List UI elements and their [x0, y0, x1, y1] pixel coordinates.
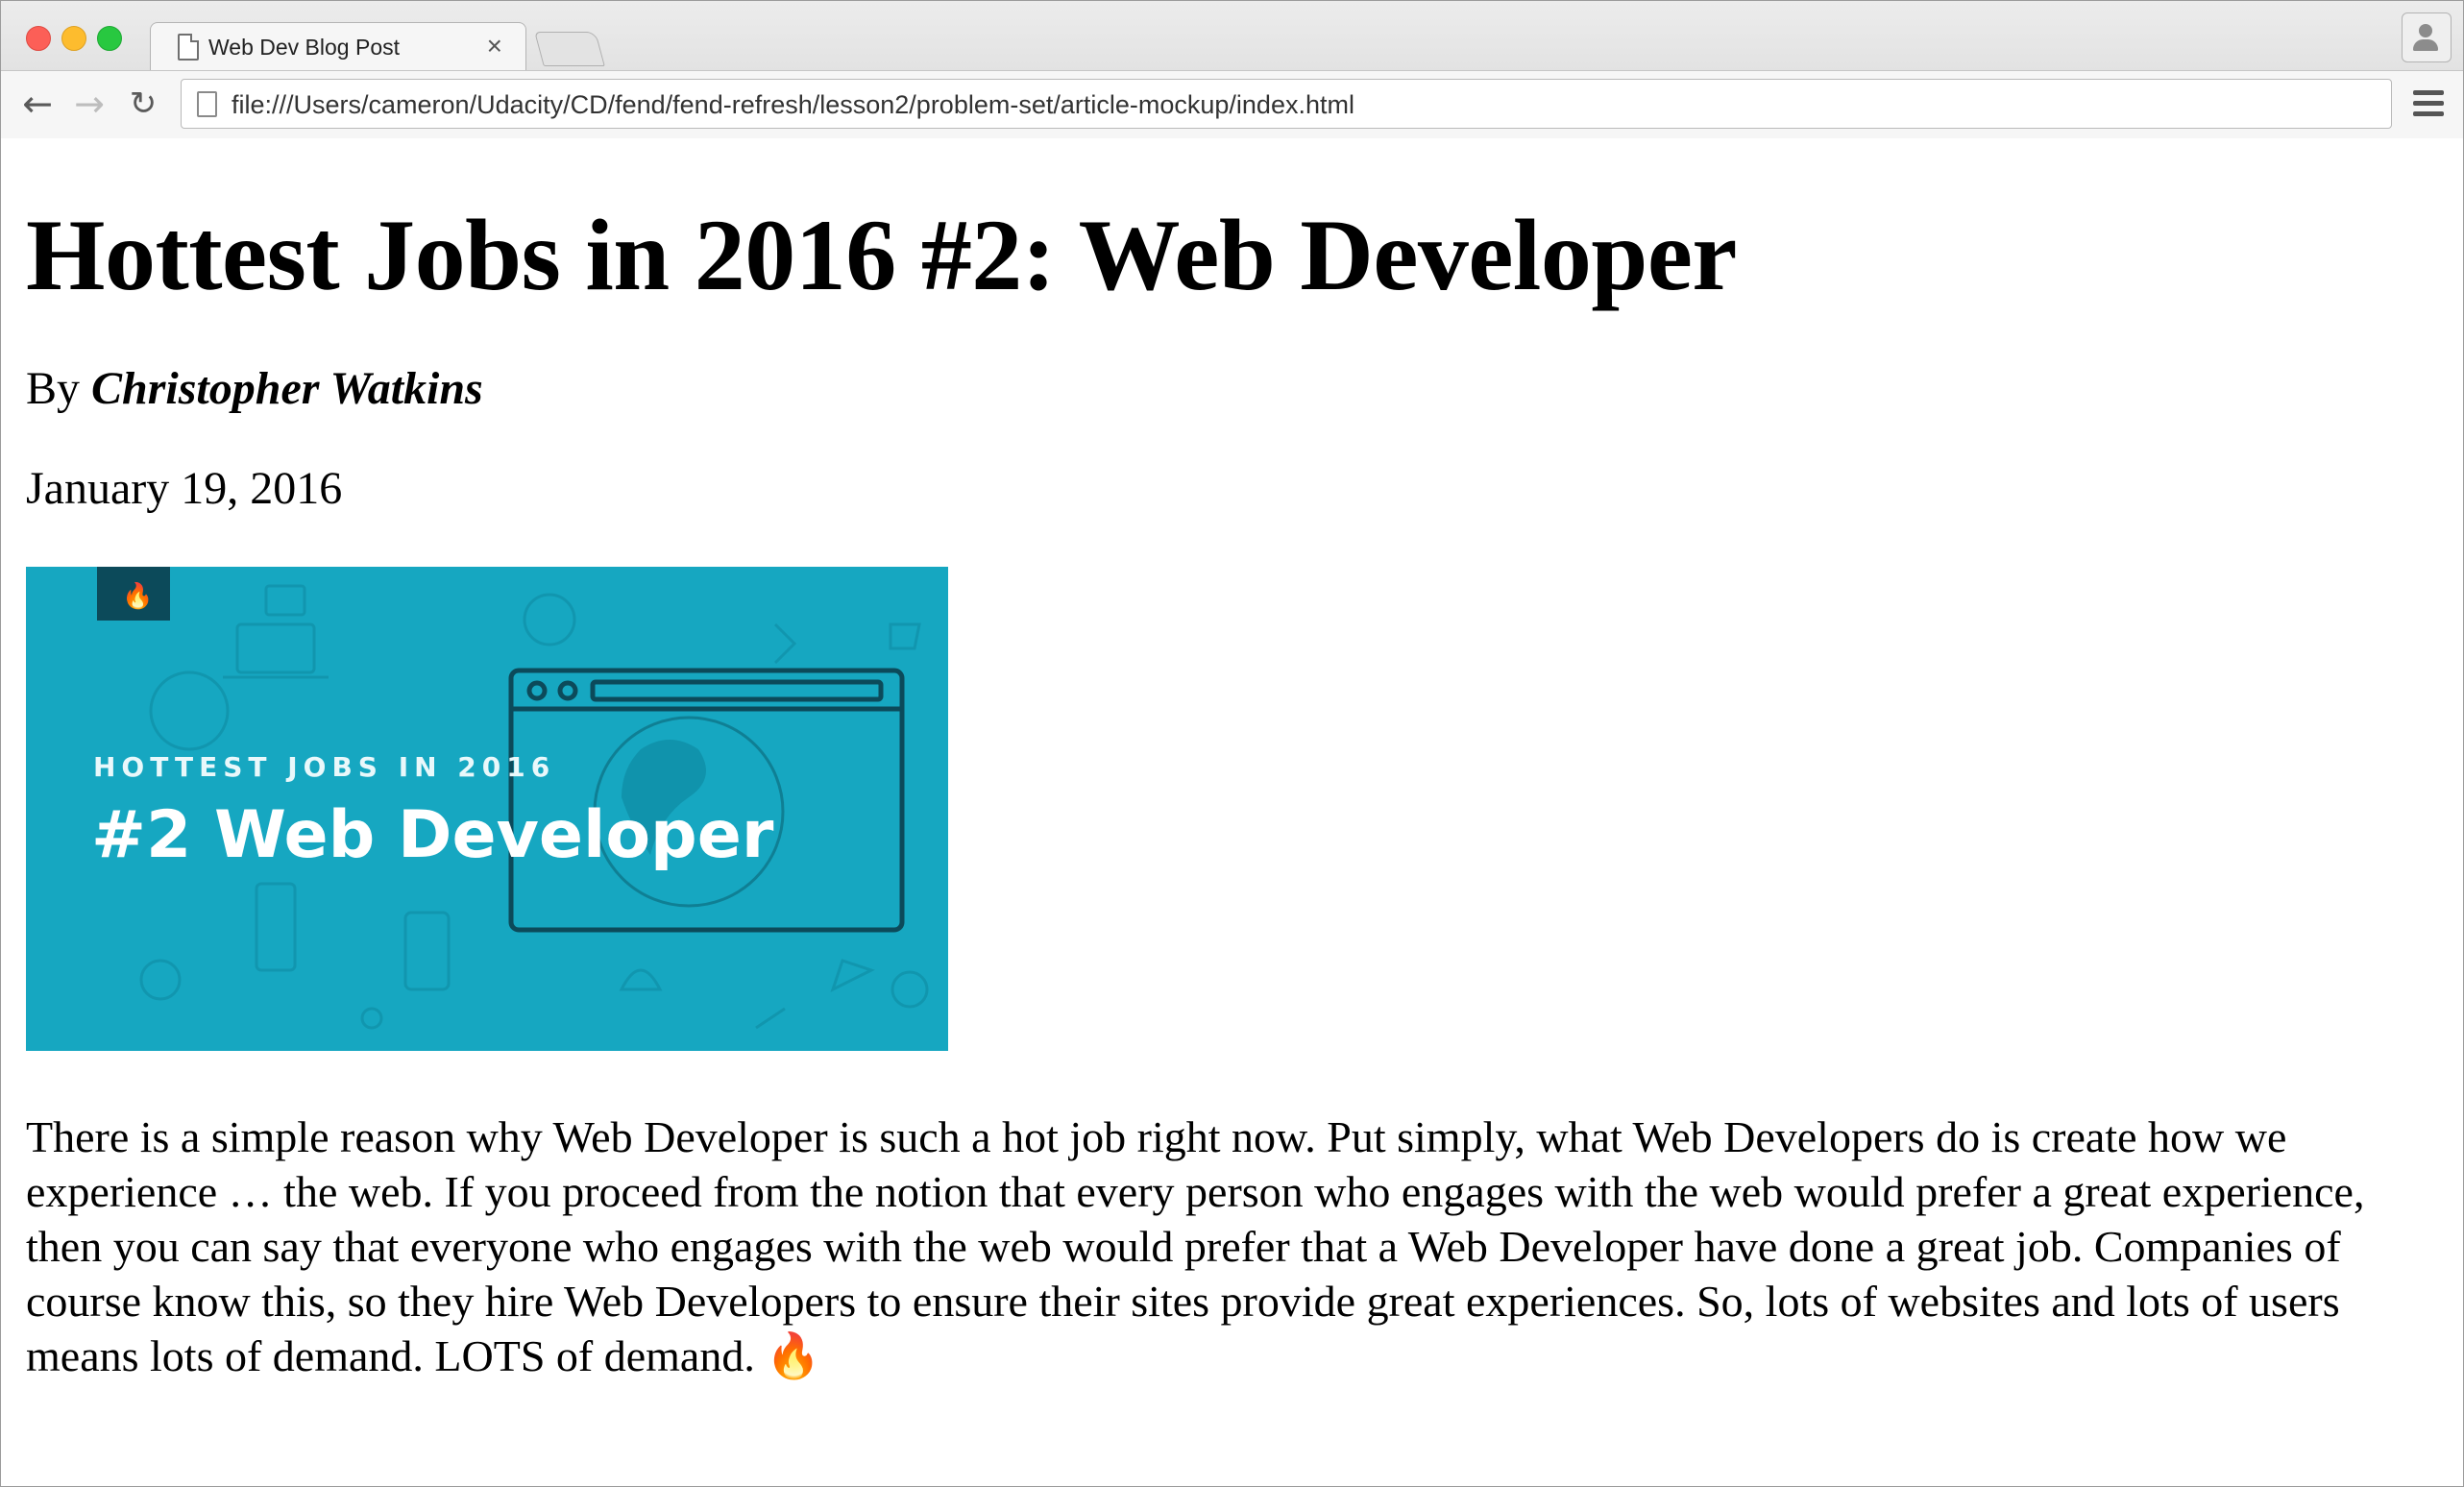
- hero-badge: 🔥: [97, 567, 170, 621]
- hero-headline: #2 Web Developer: [91, 797, 774, 873]
- article-body: There is a simple reason why Web Develop…: [26, 1112, 2365, 1380]
- address-url[interactable]: file:///Users/cameron/Udacity/CD/fend/fe…: [232, 90, 1354, 120]
- browser-toolbar: ← → ↻ file:///Users/cameron/Udacity/CD/f…: [1, 70, 2463, 138]
- flame-icon: 🔥: [122, 582, 154, 611]
- tab-title: Web Dev Blog Post: [208, 35, 401, 60]
- menu-icon[interactable]: [2413, 90, 2444, 122]
- browser-window: Web Dev Blog Post × ← → ↻ file:///Users/…: [0, 0, 2464, 1487]
- minimize-window-button[interactable]: [61, 26, 86, 51]
- back-button[interactable]: ←: [18, 85, 57, 123]
- close-tab-icon[interactable]: ×: [487, 31, 502, 61]
- byline-prefix: By: [26, 363, 81, 414]
- zoom-window-button[interactable]: [97, 26, 122, 51]
- page-icon: [197, 91, 217, 117]
- profile-button[interactable]: [2402, 12, 2452, 62]
- document-icon: [178, 34, 199, 61]
- tab-strip: Web Dev Blog Post ×: [1, 1, 2463, 71]
- person-icon: [2419, 24, 2432, 37]
- hero-image: 🔥 HOTTEST JOBS IN 2016 #2 Web Developer: [26, 567, 948, 1051]
- publish-date: January 19, 2016: [26, 463, 343, 514]
- byline: By Christopher Watkins: [26, 362, 483, 415]
- tab-active[interactable]: Web Dev Blog Post ×: [150, 22, 526, 71]
- address-bar[interactable]: file:///Users/cameron/Udacity/CD/fend/fe…: [181, 79, 2392, 129]
- forward-button[interactable]: →: [70, 85, 109, 123]
- close-window-button[interactable]: [26, 26, 51, 51]
- reload-button[interactable]: ↻: [124, 85, 162, 123]
- article-title: Hottest Jobs in 2016 #2: Web Developer: [26, 199, 1737, 311]
- hero-kicker: HOTTEST JOBS IN 2016: [93, 751, 556, 783]
- author-name: Christopher Watkins: [91, 363, 483, 414]
- browser-chrome: Web Dev Blog Post × ← → ↻ file:///Users/…: [1, 1, 2463, 138]
- new-tab-button[interactable]: [534, 32, 605, 66]
